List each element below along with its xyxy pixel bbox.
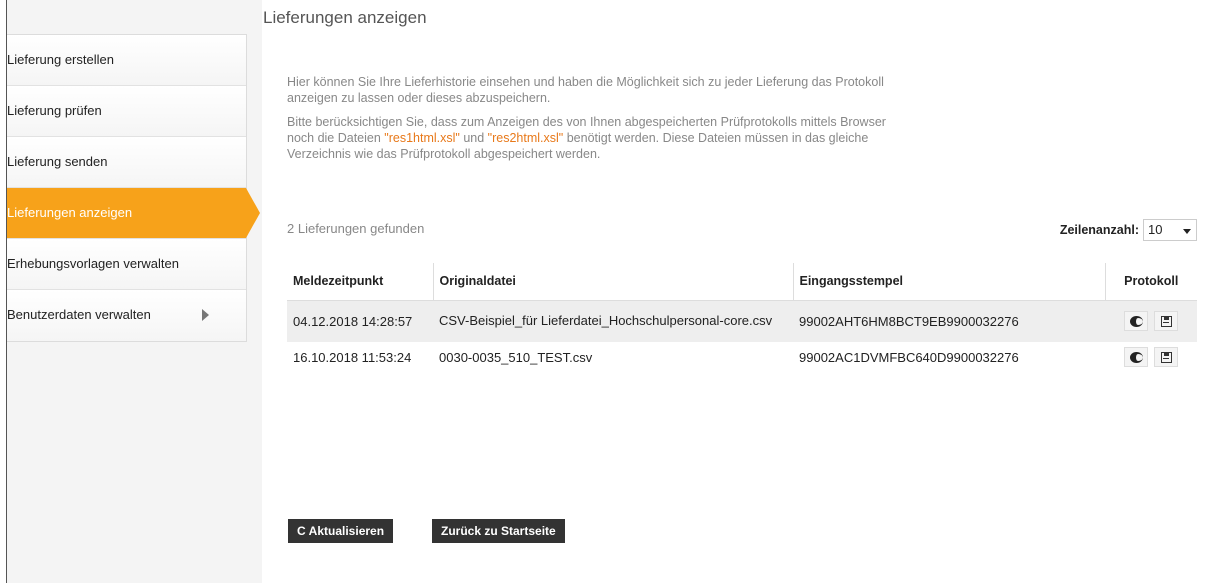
sidebar-item-label: Benutzerdaten verwalten xyxy=(7,307,151,322)
rows-per-page-control: Zeilenanzahl: 10 xyxy=(1060,219,1197,241)
back-to-start-button[interactable]: Zurück zu Startseite xyxy=(432,519,565,543)
sidebar-item-lieferung-pruefen[interactable]: Lieferung prüfen xyxy=(7,86,246,137)
chevron-right-icon xyxy=(202,309,209,321)
column-header-protokoll: Protokoll xyxy=(1104,263,1197,301)
sidebar-item-lieferung-erstellen[interactable]: Lieferung erstellen xyxy=(7,35,246,86)
sidebar-item-lieferungen-anzeigen[interactable]: Lieferungen anzeigen xyxy=(7,188,260,239)
intro-paragraph-2: Bitte berücksichtigen Sie, dass zum Anze… xyxy=(287,114,887,162)
sidebar-item-label: Lieferung senden xyxy=(7,154,108,169)
rows-per-page-label: Zeilenanzahl: xyxy=(1059,223,1139,237)
cell-eingangsstempel: 99002AHT6HM8BCT9EB9900032276 xyxy=(793,300,1105,342)
cell-eingangsstempel: 99002AC1DVMFBC640D9900032276 xyxy=(799,349,1019,365)
view-protocol-button[interactable] xyxy=(1124,311,1149,332)
rows-per-page-select[interactable]: 10 xyxy=(1143,219,1197,241)
chevron-down-icon xyxy=(1183,229,1191,234)
table-row: 16.10.2018 11:53:24 0030-0035_510_TEST.c… xyxy=(287,342,1197,372)
rows-per-page-value: 10 xyxy=(1148,222,1163,237)
column-header-eingangsstempel[interactable]: Eingangsstempel xyxy=(792,263,1105,301)
deliveries-table: Meldezeitpunkt Originaldatei Eingangsste… xyxy=(287,263,1197,372)
sidebar-item-lieferung-senden[interactable]: Lieferung senden xyxy=(7,137,246,188)
cell-meldezeitpunkt: 04.12.2018 14:28:57 xyxy=(287,300,433,342)
cell-originaldatei: 0030-0035_510_TEST.csv xyxy=(439,349,593,365)
column-header-originaldatei[interactable]: Originaldatei xyxy=(432,263,793,301)
main-content: Hier können Sie Ihre Lieferhistorie eins… xyxy=(263,48,1209,583)
sidebar-item-label: Erhebungsvorlagen verwalten xyxy=(7,256,179,271)
cell-protokoll xyxy=(1105,300,1197,342)
sidebar-item-erhebungsvorlagen-verwalten[interactable]: Erhebungsvorlagen verwalten xyxy=(7,239,246,290)
table-header-row: Meldezeitpunkt Originaldatei Eingangsste… xyxy=(287,263,1197,301)
sidebar: Lieferung erstellen Lieferung prüfen Lie… xyxy=(7,34,260,342)
eye-icon xyxy=(1130,316,1144,328)
column-header-meldezeitpunkt[interactable]: Meldezeitpunkt xyxy=(287,263,433,301)
table-row: 04.12.2018 14:28:57 CSV-Beispiel_für Lie… xyxy=(287,300,1197,342)
intro-text-part: und xyxy=(459,131,488,145)
refresh-icon: C xyxy=(297,524,306,538)
refresh-button[interactable]: C Aktualisieren xyxy=(288,519,394,543)
results-count: 2 Lieferungen gefunden xyxy=(287,221,425,236)
intro-text: Hier können Sie Ihre Lieferhistorie eins… xyxy=(287,74,887,170)
page-title: Lieferungen anzeigen xyxy=(263,8,427,27)
save-protocol-button[interactable] xyxy=(1153,347,1178,367)
sidebar-item-label: Lieferungen anzeigen xyxy=(7,205,133,220)
cell-originaldatei: CSV-Beispiel_für Lieferdatei_Hochschulpe… xyxy=(433,300,793,342)
view-protocol-button[interactable] xyxy=(1124,347,1149,367)
save-protocol-button[interactable] xyxy=(1153,311,1178,332)
cell-protokoll xyxy=(1105,342,1197,372)
sidebar-item-benutzerdaten-verwalten[interactable]: Benutzerdaten verwalten xyxy=(7,290,246,341)
floppy-disk-icon xyxy=(1160,352,1172,363)
xsl-file-link-2[interactable]: "res2html.xsl" xyxy=(488,131,564,145)
sidebar-item-label: Lieferung erstellen xyxy=(7,52,114,67)
xsl-file-link-1[interactable]: "res1html.xsl" xyxy=(384,131,460,145)
floppy-disk-icon xyxy=(1160,316,1172,328)
cell-meldezeitpunkt: 16.10.2018 11:53:24 xyxy=(293,349,412,365)
sidebar-item-label: Lieferung prüfen xyxy=(7,103,102,118)
intro-paragraph-1: Hier können Sie Ihre Lieferhistorie eins… xyxy=(287,75,884,105)
refresh-button-label: Aktualisieren xyxy=(308,524,385,538)
eye-icon xyxy=(1130,352,1144,363)
